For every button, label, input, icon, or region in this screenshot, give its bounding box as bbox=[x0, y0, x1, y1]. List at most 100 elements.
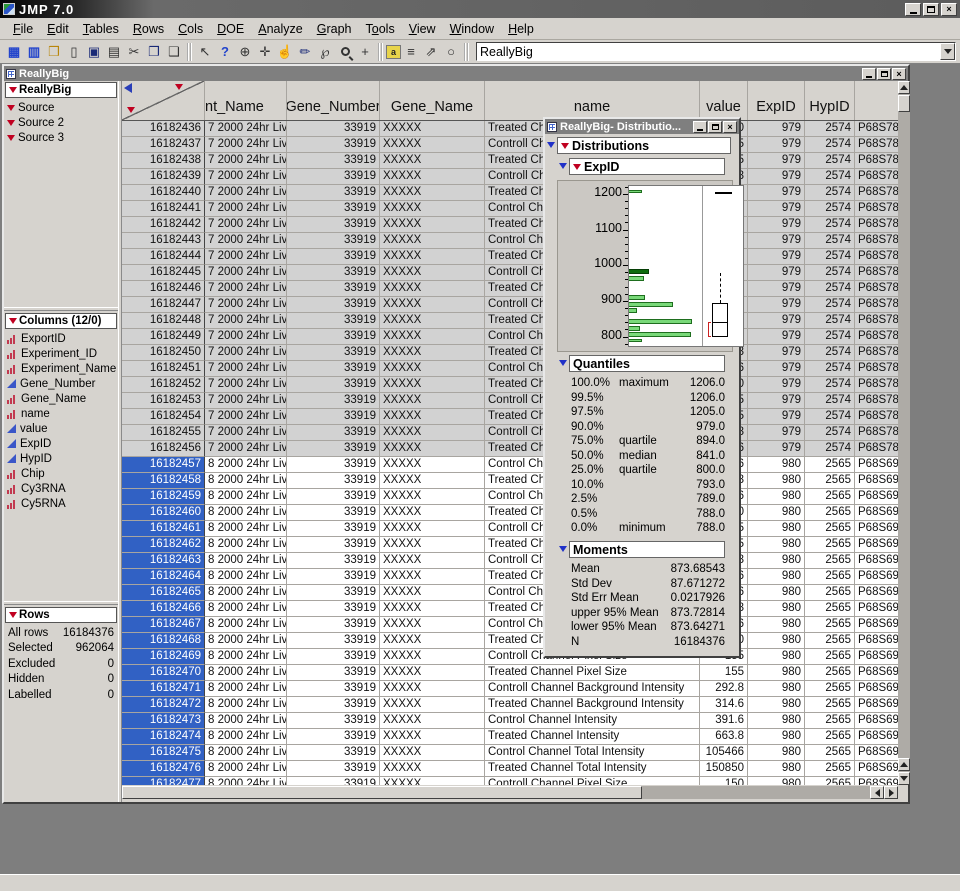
cell[interactable]: Control Channel Intensity bbox=[485, 713, 700, 729]
distributions-disclosure-icon[interactable] bbox=[547, 142, 555, 148]
quantiles-disclosure-icon[interactable] bbox=[559, 360, 567, 366]
cell[interactable]: P68S78 bbox=[855, 361, 898, 377]
histogram-bar[interactable] bbox=[629, 319, 692, 324]
cell[interactable]: P68S78 bbox=[855, 153, 898, 169]
cell[interactable]: P68S78 bbox=[855, 441, 898, 457]
table-row[interactable]: 161824688 2000 24hr Liver33919XXXXXTreat… bbox=[122, 633, 898, 649]
cell[interactable]: 16182462 bbox=[122, 537, 205, 553]
copy-icon[interactable]: ❐ bbox=[144, 42, 164, 61]
cell[interactable]: 33919 bbox=[287, 297, 380, 313]
cell[interactable]: 150850 bbox=[700, 761, 748, 777]
cell[interactable]: 980 bbox=[748, 681, 805, 697]
table-row[interactable]: 161824367 2000 24hr Liver33919XXXXXTreat… bbox=[122, 121, 898, 137]
cell[interactable]: 16182441 bbox=[122, 201, 205, 217]
cell[interactable]: Controll Channel Pixel Size bbox=[485, 777, 700, 785]
histogram-bar[interactable] bbox=[629, 339, 642, 342]
cell[interactable]: 980 bbox=[748, 777, 805, 785]
cell[interactable]: 980 bbox=[748, 745, 805, 761]
cell[interactable]: 33919 bbox=[287, 153, 380, 169]
cell[interactable]: 979 bbox=[748, 393, 805, 409]
cell[interactable]: 33919 bbox=[287, 409, 380, 425]
cell[interactable]: P68S69 bbox=[855, 521, 898, 537]
cell[interactable]: 2574 bbox=[805, 329, 855, 345]
cell[interactable]: P68S69 bbox=[855, 665, 898, 681]
cell[interactable]: 33919 bbox=[287, 521, 380, 537]
cell[interactable]: 33919 bbox=[287, 505, 380, 521]
cell[interactable]: 16182436 bbox=[122, 121, 205, 137]
columns-hotspot-icon[interactable] bbox=[175, 84, 183, 90]
arrow-tool-icon[interactable]: ↖ bbox=[195, 42, 215, 61]
cell[interactable]: 979 bbox=[748, 377, 805, 393]
cell[interactable]: 8 2000 24hr Liver bbox=[205, 585, 287, 601]
cell[interactable]: 2574 bbox=[805, 121, 855, 137]
table-row[interactable]: 161824487 2000 24hr Liver33919XXXXXTreat… bbox=[122, 313, 898, 329]
table-row[interactable]: 161824708 2000 24hr Liver33919XXXXXTreat… bbox=[122, 665, 898, 681]
hotspot-icon[interactable] bbox=[7, 105, 15, 111]
cell[interactable]: 33919 bbox=[287, 457, 380, 473]
cell[interactable]: 16182463 bbox=[122, 553, 205, 569]
cell[interactable]: 33919 bbox=[287, 729, 380, 745]
cell[interactable]: 16182464 bbox=[122, 569, 205, 585]
cell[interactable]: 33919 bbox=[287, 649, 380, 665]
cell[interactable]: 7 2000 24hr Liver bbox=[205, 377, 287, 393]
table-row[interactable]: 161824608 2000 24hr Liver33919XXXXXTreat… bbox=[122, 505, 898, 521]
cell[interactable]: P68S78 bbox=[855, 201, 898, 217]
cell[interactable]: 16182474 bbox=[122, 729, 205, 745]
cell[interactable]: Treated Channel Pixel Size bbox=[485, 665, 700, 681]
scroll-left-button[interactable] bbox=[870, 786, 884, 799]
cell[interactable]: 8 2000 24hr Liver bbox=[205, 601, 287, 617]
cell[interactable]: XXXXX bbox=[380, 345, 485, 361]
column-item-cy3rna[interactable]: Cy3RNA bbox=[4, 481, 118, 496]
cell[interactable]: 7 2000 24hr Liver bbox=[205, 201, 287, 217]
cell[interactable]: 16182453 bbox=[122, 393, 205, 409]
arrow-annotation-icon[interactable]: ⇗ bbox=[421, 42, 441, 61]
cell[interactable]: XXXXX bbox=[380, 569, 485, 585]
cell[interactable]: P68S69 bbox=[855, 585, 898, 601]
table-row[interactable]: 161824718 2000 24hr Liver33919XXXXXContr… bbox=[122, 681, 898, 697]
cell[interactable]: 7 2000 24hr Liver bbox=[205, 121, 287, 137]
cell[interactable]: 33919 bbox=[287, 217, 380, 233]
cell[interactable]: 33919 bbox=[287, 249, 380, 265]
cell[interactable]: 8 2000 24hr Liver bbox=[205, 537, 287, 553]
panel-splitter[interactable] bbox=[4, 307, 118, 311]
cut-icon[interactable]: ✂ bbox=[124, 42, 144, 61]
cell[interactable]: 7 2000 24hr Liver bbox=[205, 425, 287, 441]
cell[interactable]: 7 2000 24hr Liver bbox=[205, 265, 287, 281]
cell[interactable]: 33919 bbox=[287, 713, 380, 729]
cell[interactable]: 2565 bbox=[805, 601, 855, 617]
cell[interactable]: P68S69 bbox=[855, 761, 898, 777]
cell[interactable]: P68S69 bbox=[855, 617, 898, 633]
cell[interactable]: XXXXX bbox=[380, 313, 485, 329]
menu-tools[interactable]: Tools bbox=[359, 20, 402, 38]
cell[interactable]: 979 bbox=[748, 425, 805, 441]
cell[interactable]: 979 bbox=[748, 281, 805, 297]
cell[interactable]: P68S69 bbox=[855, 489, 898, 505]
cell[interactable]: 980 bbox=[748, 697, 805, 713]
cell[interactable]: 2565 bbox=[805, 649, 855, 665]
table-row[interactable]: 161824537 2000 24hr Liver33919XXXXXContr… bbox=[122, 393, 898, 409]
column-header-name[interactable]: name bbox=[485, 81, 700, 120]
cell[interactable]: 16182469 bbox=[122, 649, 205, 665]
cell[interactable]: XXXXX bbox=[380, 217, 485, 233]
cell[interactable]: 7 2000 24hr Liver bbox=[205, 281, 287, 297]
menu-rows[interactable]: Rows bbox=[126, 20, 171, 38]
cell[interactable]: 2574 bbox=[805, 201, 855, 217]
cell[interactable]: 979 bbox=[748, 153, 805, 169]
cell[interactable]: 2565 bbox=[805, 761, 855, 777]
cell[interactable]: P68S78 bbox=[855, 345, 898, 361]
scroll-down-button[interactable] bbox=[898, 772, 910, 785]
cell[interactable]: Controll Channel Background Intensity bbox=[485, 681, 700, 697]
cell[interactable]: 979 bbox=[748, 265, 805, 281]
menu-graph[interactable]: Graph bbox=[310, 20, 359, 38]
combobox-dropdown-button[interactable] bbox=[940, 43, 955, 60]
column-item-experiment_id[interactable]: Experiment_ID bbox=[4, 346, 118, 361]
cell[interactable]: 8 2000 24hr Liver bbox=[205, 633, 287, 649]
cell[interactable]: 979 bbox=[748, 201, 805, 217]
cell[interactable]: 980 bbox=[748, 601, 805, 617]
cell[interactable]: 33919 bbox=[287, 761, 380, 777]
table-row[interactable]: 161824467 2000 24hr Liver33919XXXXXTreat… bbox=[122, 281, 898, 297]
cell[interactable]: 2565 bbox=[805, 713, 855, 729]
table-row[interactable]: 161824738 2000 24hr Liver33919XXXXXContr… bbox=[122, 713, 898, 729]
histogram-bar[interactable] bbox=[629, 302, 673, 307]
cell[interactable]: 33919 bbox=[287, 537, 380, 553]
